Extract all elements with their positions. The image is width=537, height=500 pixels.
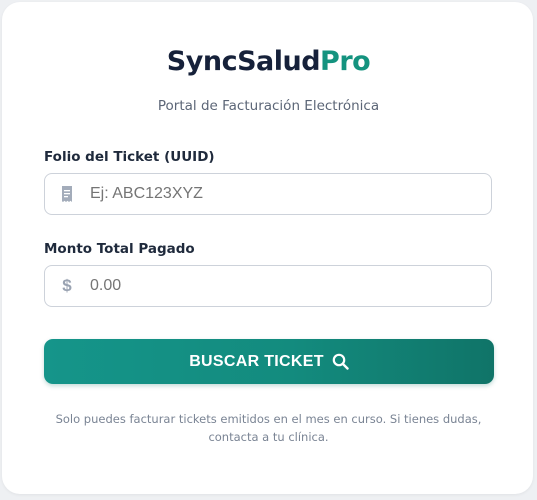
monto-label: Monto Total Pagado (44, 241, 195, 257)
search-icon (332, 353, 349, 370)
brand-name-main: SyncSalud (166, 46, 321, 77)
folio-label: Folio del Ticket (UUID) (44, 149, 215, 165)
receipt-icon (59, 174, 75, 214)
search-ticket-button-label: BUSCAR TICKET (189, 352, 324, 370)
brand-name-accent: Pro (320, 46, 371, 77)
monto-input[interactable] (90, 266, 480, 306)
folio-input[interactable] (90, 174, 480, 214)
dollar-icon: $ (62, 276, 72, 295)
page-subtitle: Portal de Facturación Electrónica (157, 98, 380, 114)
folio-field[interactable] (44, 173, 492, 215)
monto-field[interactable]: $ (44, 265, 492, 307)
help-footnote: Solo puedes facturar tickets emitidos en… (55, 412, 482, 444)
search-ticket-button[interactable]: BUSCAR TICKET (44, 339, 494, 384)
brand-logo: SyncSaludPro (0, 44, 537, 80)
